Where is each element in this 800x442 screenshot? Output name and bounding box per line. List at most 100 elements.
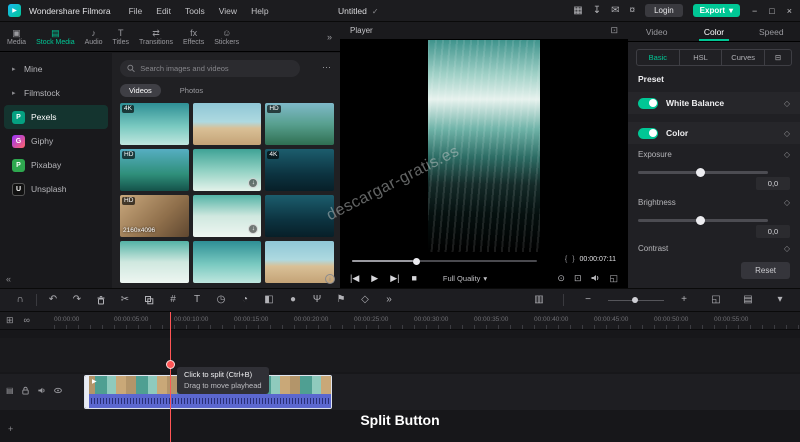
menu-view[interactable]: View xyxy=(219,6,237,16)
duration-icon[interactable]: ◷ xyxy=(209,295,233,305)
maximize-button[interactable]: □ xyxy=(769,6,774,16)
tab-effects[interactable]: fx Effects xyxy=(178,28,209,46)
feedback-icon[interactable]: ✉ xyxy=(611,5,619,16)
previous-frame-button[interactable]: |◀ xyxy=(350,273,359,284)
track-settings-icon[interactable]: ▤ xyxy=(6,386,14,395)
tab-video[interactable]: Video xyxy=(628,22,685,41)
zoom-slider[interactable] xyxy=(608,296,664,304)
mute-icon[interactable] xyxy=(37,386,46,395)
empty-track-lane[interactable] xyxy=(0,338,800,372)
menu-tools[interactable]: Tools xyxy=(185,6,205,16)
close-button[interactable]: × xyxy=(787,6,792,16)
more-tools-icon[interactable]: » xyxy=(377,295,401,305)
zoom-out-icon[interactable]: − xyxy=(576,295,600,305)
brightness-value[interactable]: 0,0 xyxy=(756,225,790,238)
lock-icon[interactable] xyxy=(21,386,30,395)
speed-icon[interactable]: ◔ xyxy=(233,295,257,305)
hide-track-icon[interactable] xyxy=(53,386,63,395)
sidebar-item-giphy[interactable]: G Giphy xyxy=(4,129,108,153)
more-options-icon[interactable]: ⋯ xyxy=(322,62,332,73)
quality-dropdown[interactable]: Full Quality ▾ xyxy=(443,274,487,283)
subtab-hsl[interactable]: HSL xyxy=(680,50,723,65)
menu-file[interactable]: File xyxy=(129,6,143,16)
speaker-icon[interactable] xyxy=(590,273,600,283)
keyframe-diamond-icon[interactable]: ◇ xyxy=(784,150,790,159)
store-icon[interactable]: ¤ xyxy=(630,5,636,16)
play-button[interactable]: ▶ xyxy=(371,273,378,284)
search-input[interactable] xyxy=(140,64,293,73)
mic-icon[interactable]: Ψ xyxy=(305,295,329,305)
tab-media[interactable]: ▣ Media xyxy=(2,28,31,46)
tab-stock-media[interactable]: ▤ Stock Media xyxy=(31,28,80,46)
brightness-slider[interactable] xyxy=(638,215,768,225)
exposure-value[interactable]: 0,0 xyxy=(756,177,790,190)
split-icon[interactable]: ✂ xyxy=(113,295,137,305)
exposure-slider[interactable] xyxy=(638,167,768,177)
menu-help[interactable]: Help xyxy=(251,6,268,16)
layout-icon[interactable]: ▦ xyxy=(573,5,582,16)
tab-stickers[interactable]: ☺ Stickers xyxy=(209,28,244,46)
zoom-in-icon[interactable]: + xyxy=(672,295,696,305)
sidebar-item-pexels[interactable]: P Pexels xyxy=(4,105,108,129)
stock-thumbnail[interactable] xyxy=(265,195,334,237)
stock-thumbnail[interactable]: HD xyxy=(265,103,334,145)
search-bar[interactable] xyxy=(120,60,300,77)
download-icon[interactable]: ↓ xyxy=(248,224,259,234)
keyframe-diamond-icon[interactable]: ◇ xyxy=(784,99,790,108)
filter-videos[interactable]: Videos xyxy=(120,84,161,97)
render-preview-icon[interactable]: ▥ xyxy=(527,295,551,305)
aspect-ratio-icon[interactable]: ⊡ xyxy=(610,25,618,36)
sidebar-item-filmstock[interactable]: ▸ Filmstock xyxy=(4,81,108,105)
color-toggle[interactable] xyxy=(638,127,658,139)
save-icon[interactable]: ↧ xyxy=(593,5,601,16)
stock-thumbnail[interactable]: ↓ xyxy=(192,195,262,237)
snap-magnet-icon[interactable]: ∩ xyxy=(8,295,32,305)
stock-thumbnail[interactable]: 4K xyxy=(120,103,189,145)
tab-titles[interactable]: T Titles xyxy=(108,28,134,46)
download-icon[interactable]: ↓ xyxy=(248,178,259,188)
delete-icon[interactable] xyxy=(89,295,113,306)
copy-icon[interactable] xyxy=(137,295,161,306)
info-icon[interactable]: i xyxy=(325,274,335,284)
stock-thumbnail[interactable]: ↓ xyxy=(192,149,262,191)
playhead-pin[interactable] xyxy=(166,360,175,369)
subtab-curves[interactable]: Curves xyxy=(722,50,766,65)
track-layout-icon[interactable]: ▤ xyxy=(736,295,760,305)
minimize-button[interactable]: − xyxy=(752,6,757,16)
sidebar-item-mine[interactable]: ▸ Mine xyxy=(4,57,108,81)
white-balance-toggle[interactable] xyxy=(638,97,658,109)
more-tabs-icon[interactable]: » xyxy=(327,32,338,42)
stock-thumbnail[interactable] xyxy=(192,103,262,145)
marker-icon[interactable]: ⚑ xyxy=(329,295,353,305)
login-button[interactable]: Login xyxy=(645,4,683,17)
keyframe-diamond-icon[interactable]: ◇ xyxy=(784,244,790,253)
reset-button[interactable]: Reset xyxy=(741,262,790,279)
fullscreen-icon[interactable]: ◱ xyxy=(609,273,618,284)
record-icon[interactable]: ● xyxy=(281,295,305,305)
scrubber-track[interactable] xyxy=(352,257,537,265)
slider-handle[interactable] xyxy=(696,215,705,225)
slider-handle[interactable] xyxy=(696,167,705,177)
stock-thumbnail[interactable] xyxy=(192,241,262,283)
stop-button[interactable]: ■ xyxy=(411,273,416,283)
panel-caret-icon[interactable]: ▾ xyxy=(768,295,792,305)
display-icon[interactable]: ⊡ xyxy=(574,273,582,284)
clip-trim-handle[interactable] xyxy=(85,376,89,408)
stock-thumbnail[interactable] xyxy=(265,241,334,283)
stock-thumbnail[interactable]: HD 2160x4096 xyxy=(120,195,189,237)
keyframe-icon[interactable]: ◇ xyxy=(353,295,377,305)
snapshot-icon[interactable]: ⊙ xyxy=(557,273,565,284)
stock-thumbnail[interactable] xyxy=(120,241,189,283)
timeline-ruler[interactable]: ⊞ ∞ 00:00:00 00:00:05:00 00:00:10:00 00:… xyxy=(0,312,800,330)
mark-out-icon[interactable]: } xyxy=(572,256,574,263)
manage-tracks-icon[interactable]: ⊞ xyxy=(6,315,14,326)
custom-preset-icon[interactable]: ⊟ xyxy=(765,50,791,65)
sidebar-item-unsplash[interactable]: U Unsplash xyxy=(4,177,108,201)
undo-icon[interactable]: ↶ xyxy=(41,295,65,305)
tab-transitions[interactable]: ⇄ Transitions xyxy=(134,28,178,46)
subtab-basic[interactable]: Basic xyxy=(637,50,680,65)
keyframe-diamond-icon[interactable]: ◇ xyxy=(784,129,790,138)
fit-timeline-icon[interactable]: ◱ xyxy=(704,295,728,305)
filter-photos[interactable]: Photos xyxy=(171,84,212,97)
collapse-panel-icon[interactable]: « xyxy=(6,274,11,284)
